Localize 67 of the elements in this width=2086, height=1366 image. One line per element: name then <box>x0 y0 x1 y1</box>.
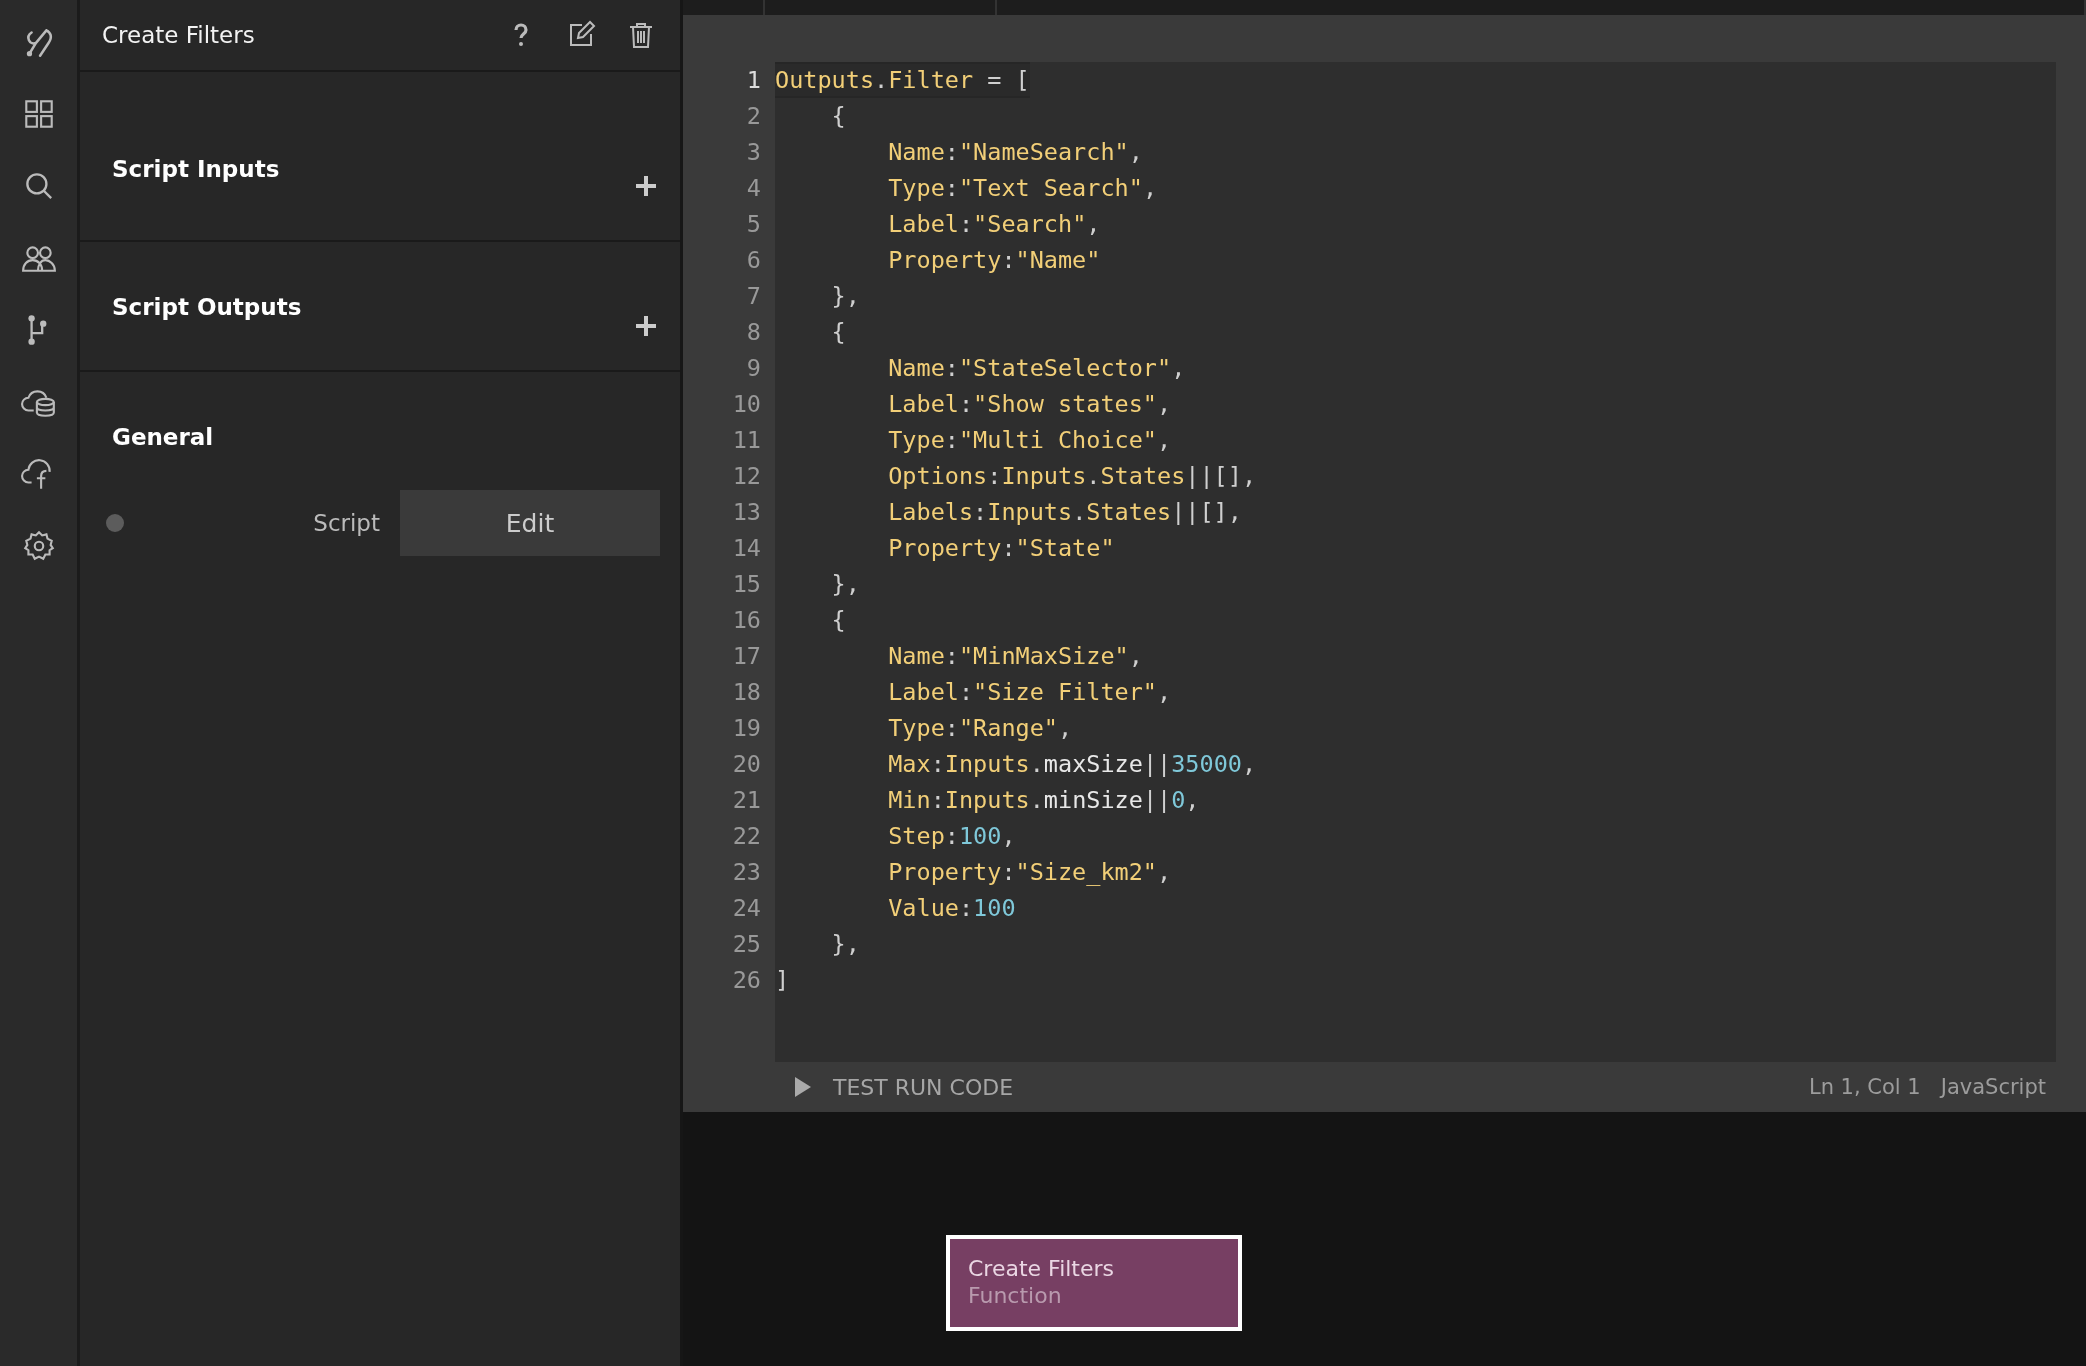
line-number: 8 <box>745 317 761 348</box>
code-line: Name:"MinMaxSize", <box>887 641 1143 672</box>
line-number: 2 <box>745 101 761 132</box>
code-line: Labels:Inputs.States||[], <box>887 497 1242 528</box>
line-number: 19 <box>731 713 761 744</box>
line-number: 21 <box>731 785 761 816</box>
line-number: 11 <box>731 425 761 456</box>
language-label[interactable]: JavaScript <box>1940 1075 2046 1099</box>
code-line: Max:Inputs.maxSize||35000, <box>887 749 1257 780</box>
code-line: }, <box>830 569 860 600</box>
section-title: Script Inputs <box>112 156 280 182</box>
node-title: Create Filters <box>968 1256 1116 1281</box>
line-number: 24 <box>731 893 761 924</box>
line-number: 20 <box>731 749 761 780</box>
code-line: Label:"Show states", <box>887 389 1172 420</box>
status-dot <box>106 514 124 532</box>
code-line: { <box>830 605 846 636</box>
line-number: 3 <box>745 137 761 168</box>
code-line: Label:"Search", <box>887 209 1101 240</box>
node-type: Function <box>968 1283 1063 1308</box>
line-number: 16 <box>731 605 761 636</box>
line-number: 23 <box>731 857 761 888</box>
code-line: Value:100 <box>887 893 1016 924</box>
code-line: Min:Inputs.minSize||0, <box>887 785 1200 816</box>
line-number: 18 <box>731 677 761 708</box>
line-number: 17 <box>731 641 761 672</box>
panel-title: Create Filters <box>102 22 256 48</box>
code-line: Options:Inputs.States||[], <box>887 461 1257 492</box>
code-line: { <box>830 317 846 348</box>
add-icon[interactable] <box>634 314 658 338</box>
line-number: 26 <box>731 965 761 996</box>
code-line: Property:"Size_km2", <box>887 857 1172 888</box>
code-line: }, <box>830 281 860 312</box>
add-icon[interactable] <box>634 174 658 198</box>
line-number: 15 <box>731 569 761 600</box>
code-line: }, <box>830 929 860 960</box>
section-title: Script Outputs <box>112 294 302 320</box>
line-number: 12 <box>731 461 761 492</box>
line-number: 7 <box>745 281 761 312</box>
function-node[interactable]: Create Filters Function <box>946 1235 1242 1331</box>
code-line: Type:"Text Search", <box>887 173 1158 204</box>
line-number: 10 <box>731 389 761 420</box>
line-number: 5 <box>745 209 761 240</box>
line-number: 25 <box>731 929 761 960</box>
line-number: 4 <box>745 173 761 204</box>
line-number: 1 <box>745 65 761 96</box>
code-line: Name:"StateSelector", <box>887 353 1186 384</box>
line-number: 9 <box>745 353 761 384</box>
code-line: { <box>830 101 846 132</box>
line-number: 6 <box>745 245 761 276</box>
line-number: 22 <box>731 821 761 852</box>
line-number: 13 <box>731 497 761 528</box>
code-line: ] <box>775 965 790 996</box>
edit-button[interactable]: Edit <box>400 490 660 556</box>
line-number: 14 <box>731 533 761 564</box>
field-label: Script <box>312 510 381 536</box>
code-line: Type:"Range", <box>887 713 1073 744</box>
play-icon <box>793 1075 813 1099</box>
section-title: General <box>112 424 214 450</box>
code-line: Type:"Multi Choice", <box>887 425 1172 456</box>
cursor-position: Ln 1, Col 1 <box>1808 1075 1921 1099</box>
code-line: Property:"State" <box>887 533 1115 564</box>
code-line: Label:"Size Filter", <box>887 677 1172 708</box>
test-run-button[interactable]: TEST RUN CODE <box>793 1074 1014 1100</box>
code-line: Step:100, <box>887 821 1016 852</box>
code-line: Property:"Name" <box>887 245 1101 276</box>
code-line: Name:"NameSearch", <box>887 137 1143 168</box>
